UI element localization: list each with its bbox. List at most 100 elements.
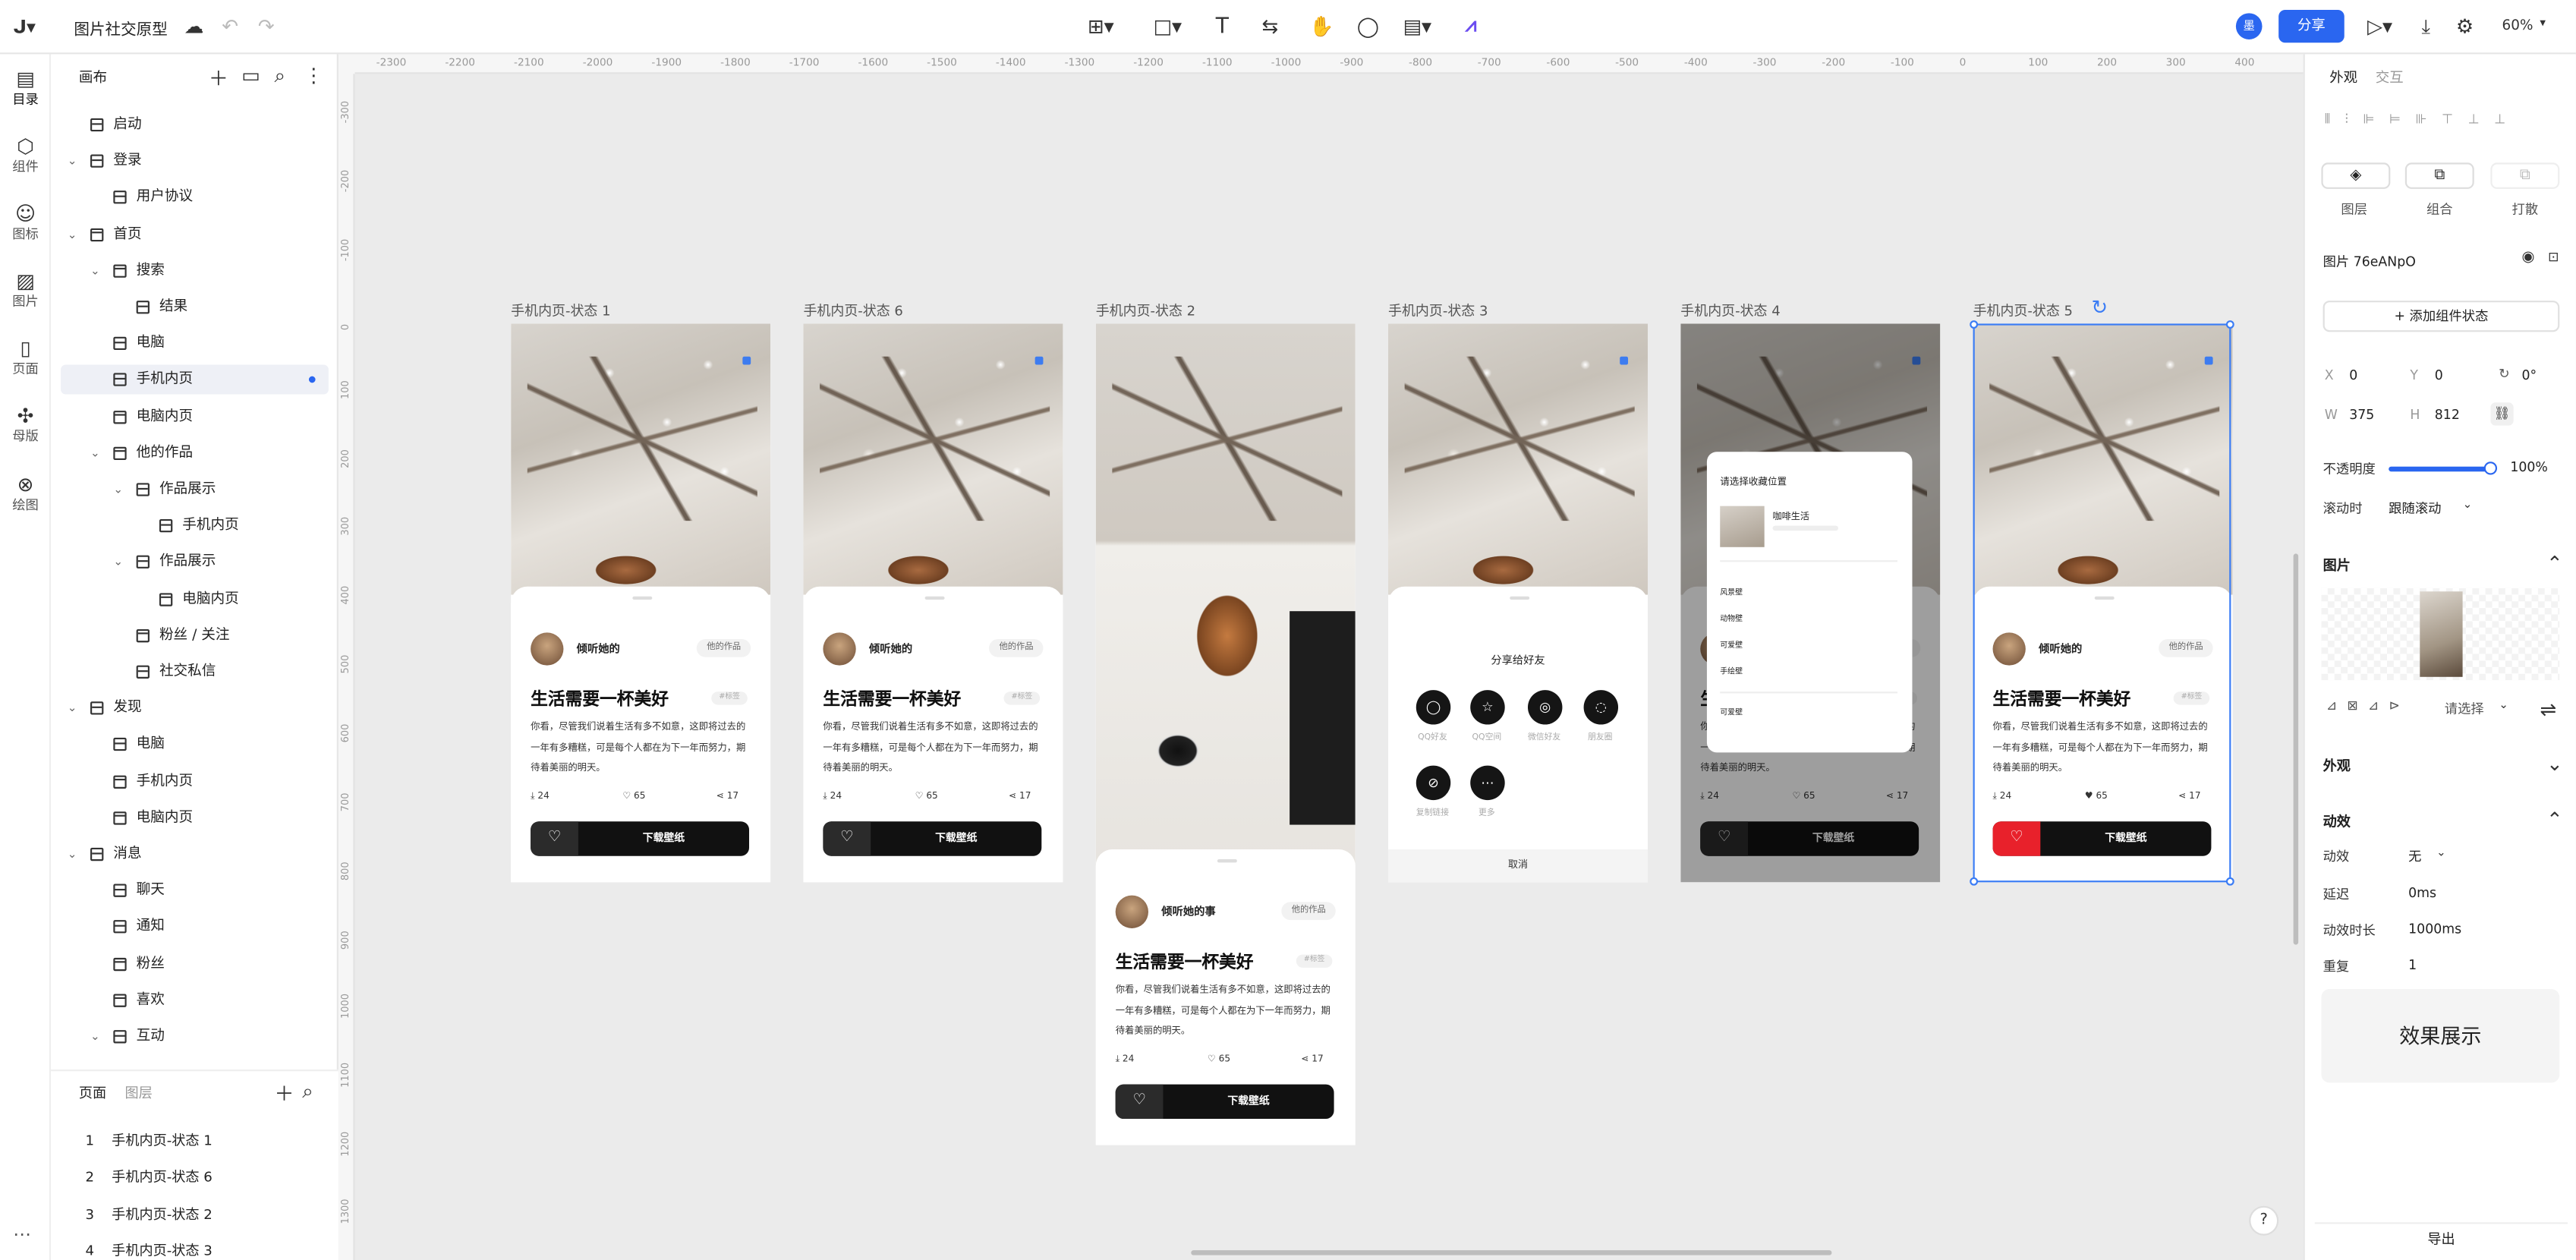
wechat-icon[interactable]: ◎ [1527,690,1563,725]
heart-icon[interactable]: ♡ [1115,1084,1164,1120]
note-icon[interactable]: ▤▾ [1403,14,1431,37]
collect-option[interactable]: 可爱壁 [1720,708,1743,718]
chevron-down-icon[interactable]: ⌄ [90,1022,100,1051]
add-icon[interactable]: ＋ [209,64,228,92]
ungroup-button-icon[interactable]: ⧉ [2490,162,2560,189]
redo-icon[interactable]: ↷ [258,14,275,37]
frame-label[interactable]: 手机内页-状态 1 [511,301,610,320]
chevron-up-icon[interactable]: ⌃ [2546,552,2563,575]
refresh-icon[interactable]: ↻ [2091,296,2108,319]
page-list-item[interactable]: 3 手机内页-状态 2 [86,1204,213,1224]
download-count-icon[interactable]: ⤓ 24 [531,792,550,803]
phone-frame[interactable]: 倾听她的事 他的作品 生活需要一杯美好 #标签 你看，尽管我们说着生活有多不如意，这即将… [1095,323,1356,1145]
vertical-scrollbar[interactable] [2293,553,2299,945]
frame-label[interactable]: 手机内页-状态 2 [1096,301,1195,320]
undo-icon[interactable]: ↶ [222,14,238,37]
works-button[interactable]: 他的作品 [989,638,1044,657]
lock-ratio-icon[interactable]: ⛓ [2490,402,2514,426]
add-state-button[interactable]: + 添加组件状态 [2322,301,2560,332]
wallpaper-photo[interactable] [803,323,1063,595]
comment-icon[interactable]: ◯ [1357,14,1379,37]
hand-tool-icon[interactable]: ✋ [1309,14,1334,37]
rail-item[interactable]: ▨ 图片 [0,269,51,310]
adjust-icon[interactable]: ⇌ [2540,698,2556,721]
share-count-icon[interactable]: ⋖ 17 [1009,792,1031,802]
phone-frame[interactable]: 倾听她的他的作品生活需要一杯美好#标签你看，尽管我们说着生活有多不如意，这即将过… [511,323,771,883]
rail-item[interactable]: ⊗ 绘图 [0,473,51,514]
rail-item[interactable]: ▯ 页面 [0,337,51,378]
resize-handle[interactable] [2225,877,2234,886]
tree-item[interactable]: 用户协议 [61,183,329,213]
hotspot-marker[interactable] [742,356,751,365]
download-icon[interactable]: ⤓ [2421,14,2430,39]
grab-handle[interactable] [632,596,653,600]
tree-item[interactable]: ⌄ 作品展示 [61,475,329,505]
frame-label[interactable]: 手机内页-状态 5 [1973,301,2073,320]
frame-label[interactable]: 手机内页-状态 4 [1680,301,1780,320]
share-count-icon[interactable]: ⋖ 17 [716,792,738,802]
page-list-item[interactable]: 1 手机内页-状态 1 [86,1130,213,1150]
help-icon[interactable]: ? [2249,1205,2279,1236]
tree-item[interactable]: 通知 [61,912,329,942]
chevron-down-icon[interactable]: ⌄ [90,438,100,468]
link-icon[interactable]: ⊘ [1416,765,1451,801]
chevron-down-icon[interactable]: ⌄ [2436,846,2446,859]
more-icon[interactable]: ⋯ [13,1224,31,1246]
layer-button-icon[interactable]: ◈ [2321,162,2391,189]
insert-frame-icon[interactable]: ⊞▾ [1088,14,1114,37]
phone-frame[interactable]: 倾听她的他的作品生活需要一杯美好#标签你看，尽管我们说着生活有多不如意，这即将过… [1388,323,1648,883]
album-name[interactable]: 咖啡生活 [1772,509,1809,522]
tree-item[interactable]: ⌄ 登录 [61,146,329,176]
tree-item[interactable]: ⌄ 发现 [61,694,329,723]
tree-item[interactable]: 电脑内页 [61,803,329,833]
tree-item[interactable]: 粉丝 / 关注 [61,621,329,650]
x-field[interactable]: 0 [2349,368,2357,383]
tab-pages[interactable]: 页面 [79,1082,106,1102]
resize-handle[interactable] [2225,320,2234,329]
avatar[interactable] [531,632,564,666]
chevron-down-icon[interactable]: ⌄ [2463,498,2473,511]
folder-icon[interactable]: ▭ [241,64,260,87]
tree-item[interactable]: ⌄ 互动 [61,1022,329,1051]
phone-frame[interactable]: 倾听她的他的作品生活需要一杯美好#标签你看，尽管我们说着生活有多不如意，这即将过… [1680,323,1941,883]
opacity-value[interactable]: 100% [2510,460,2548,474]
more-icon[interactable]: ⋯ [1470,765,1505,801]
anim-select[interactable]: 无 [2408,848,2421,866]
more-vertical-icon[interactable]: ⋮ [304,64,323,87]
username[interactable]: 倾听她的 [869,639,912,655]
rotation-field[interactable]: 0° [2522,368,2537,383]
heart-icon[interactable]: ♡ [531,821,578,856]
rail-item[interactable]: ⬡ 组件 [0,134,51,175]
frame-label[interactable]: 手机内页-状态 3 [1388,301,1488,320]
avatar[interactable] [823,632,856,666]
username[interactable]: 倾听她的 [577,639,620,655]
chevron-down-icon[interactable]: ⌄ [2499,698,2508,711]
avatar[interactable]: 墨 [2235,13,2263,39]
resize-handle[interactable] [1970,877,1979,886]
like-count-icon[interactable]: ♡ 65 [915,792,938,802]
hotspot-marker[interactable] [1034,356,1044,365]
tab-layers[interactable]: 图层 [125,1082,153,1102]
chevron-up-icon[interactable]: ⌃ [2546,808,2563,831]
hotspot-marker[interactable] [1620,356,1629,365]
image-preview[interactable] [2321,587,2560,681]
chevron-down-icon[interactable]: ⌄ [68,146,77,176]
duration-field[interactable]: 1000ms [2408,921,2461,936]
wallpaper-photo[interactable] [511,323,771,595]
chevron-down-icon[interactable]: ⌄ [2546,752,2563,775]
zoom-level[interactable]: 60% [2502,18,2533,35]
tree-item[interactable]: ⌄ 他的作品 [61,438,329,468]
search-icon[interactable]: ⌕ [274,64,285,88]
page-list-item[interactable]: 2 手机内页-状态 6 [86,1167,213,1186]
rail-item[interactable]: ☺ 图标 [0,202,51,243]
rectangle-icon[interactable]: □▾ [1153,14,1182,37]
element-name[interactable]: 图片 76eANpO [2323,253,2416,271]
collect-option[interactable]: 风景壁 [1720,588,1743,598]
tree-item[interactable]: 粉丝 [61,949,329,978]
share-button[interactable]: 分享 [2278,9,2345,43]
lock-icon[interactable]: ⊡ [2548,250,2559,264]
add-page-icon[interactable]: ＋ [274,1079,294,1107]
ai-icon[interactable]: ⩘ [1466,13,1477,37]
tree-item[interactable]: ⌄ 消息 [61,839,329,869]
tree-item[interactable]: 电脑 [61,730,329,760]
